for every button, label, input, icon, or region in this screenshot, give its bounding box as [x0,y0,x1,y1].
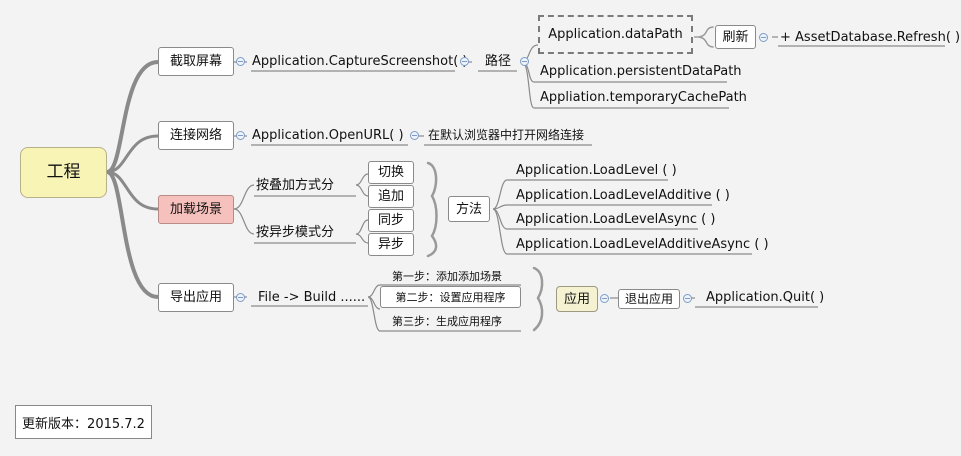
collapse-toggle-icon[interactable] [410,131,419,140]
version-note-text: 更新版本：2015.7.2 [22,416,145,432]
mode-switch-text: 切换 [377,165,404,180]
method-loadlevel[interactable]: Application.LoadLevel ( ) [516,162,677,179]
openurl-method-text: Application.OpenURL( ) [252,127,404,143]
quit-app-label: 退出应用 [624,292,673,306]
collapse-toggle-icon[interactable] [236,293,245,302]
build-menu-text: File -> Build ...... [258,289,366,305]
collapse-toggle-icon[interactable] [600,294,609,303]
app-label: 应用 [563,291,590,307]
mode-append[interactable]: 追加 [368,185,414,208]
mode-append-text: 追加 [377,189,404,204]
method-loadlevelasync[interactable]: Application.LoadLevelAsync ( ) [516,211,715,228]
root-node[interactable]: 工程 [20,147,107,198]
branch-scene[interactable]: 加载场景 [158,195,234,224]
export-step-2[interactable]: 第二步：设置应用程序 [380,286,521,308]
openurl-note: 在默认浏览器中打开网络连接 [428,127,594,143]
refresh-call: + AssetDatabase.Refresh( ) [780,29,960,45]
export-step-3-text: 第三步：生成应用程序 [392,314,502,328]
branch-screenshot[interactable]: 截取屏幕 [158,47,234,76]
refresh-label: 刷新 [722,29,749,45]
by-stack-mode-text: 按叠加方式分 [256,178,335,193]
method-loadleveladditiveasync[interactable]: Application.LoadLevelAdditiveAsync ( ) [516,236,769,253]
branch-screenshot-label: 截取屏幕 [169,54,222,69]
export-step-3[interactable]: 第三步：生成应用程序 [392,313,522,329]
mode-switch[interactable]: 切换 [368,161,414,184]
by-async-mode[interactable]: 按异步模式分 [256,224,356,241]
quit-call-text: Application.Quit( ) [706,289,825,305]
branch-network[interactable]: 连接网络 [158,121,234,150]
method-loadleveladditiveasync-text: Application.LoadLevelAdditiveAsync ( ) [516,237,769,252]
capture-method-text: Application.CaptureScreenshot( ) [252,53,468,69]
method-loadlevel-text: Application.LoadLevel ( ) [516,163,677,178]
mode-sync[interactable]: 同步 [368,209,414,232]
method-loadleveladditive-text: Application.LoadLevelAdditive ( ) [516,188,730,203]
by-stack-mode[interactable]: 按叠加方式分 [256,177,356,194]
export-step-2-text: 第二步：设置应用程序 [395,290,506,304]
capture-method: Application.CaptureScreenshot( ) [252,53,468,69]
branch-export[interactable]: 导出应用 [158,283,234,312]
build-menu: File -> Build ...... [258,289,370,305]
collapse-toggle-icon[interactable] [759,33,768,42]
methods-label: 方法 [455,201,482,217]
branch-scene-label: 加载场景 [169,202,222,217]
path-label-text: 路径 [484,53,511,69]
app-node[interactable]: 应用 [556,286,598,312]
refresh-node[interactable]: 刷新 [715,25,756,49]
mode-async-text: 异步 [377,237,404,252]
openurl-method: Application.OpenURL( ) [252,127,408,143]
collapse-toggle-icon[interactable] [236,57,245,66]
mode-sync-text: 同步 [377,213,404,228]
path-datapath-selected[interactable]: Application.dataPath [538,15,693,54]
methods-node[interactable]: 方法 [448,196,490,222]
branch-network-label: 连接网络 [169,128,222,143]
collapse-toggle-icon[interactable] [683,294,692,303]
quit-call: Application.Quit( ) [706,289,824,305]
openurl-note-text: 在默认浏览器中打开网络连接 [428,128,585,142]
path-datapath-text: Application.dataPath [548,27,683,42]
collapse-toggle-icon[interactable] [520,57,529,66]
by-async-mode-text: 按异步模式分 [256,225,335,240]
path-temporary[interactable]: Appliation.temporaryCachePath [540,89,747,106]
path-persistent-text: Application.persistentDataPath [540,64,742,79]
export-step-1-text: 第一步：添加添加场景 [392,269,502,283]
path-label: 路径 [478,53,518,69]
method-loadleveladditive[interactable]: Application.LoadLevelAdditive ( ) [516,187,730,204]
export-step-1[interactable]: 第一步：添加添加场景 [392,268,522,284]
method-loadlevelasync-text: Application.LoadLevelAsync ( ) [516,212,716,227]
collapse-toggle-icon[interactable] [460,57,469,66]
path-persistent[interactable]: Application.persistentDataPath [540,63,742,80]
collapse-toggle-icon[interactable] [236,131,245,140]
mode-async[interactable]: 异步 [368,233,414,256]
refresh-call-text: + AssetDatabase.Refresh( ) [780,29,961,45]
quit-app-node[interactable]: 退出应用 [618,289,680,309]
version-note: 更新版本：2015.7.2 [15,405,152,439]
path-temporary-text: Appliation.temporaryCachePath [540,90,747,105]
root-label: 工程 [46,162,81,182]
branch-export-label: 导出应用 [169,290,222,305]
